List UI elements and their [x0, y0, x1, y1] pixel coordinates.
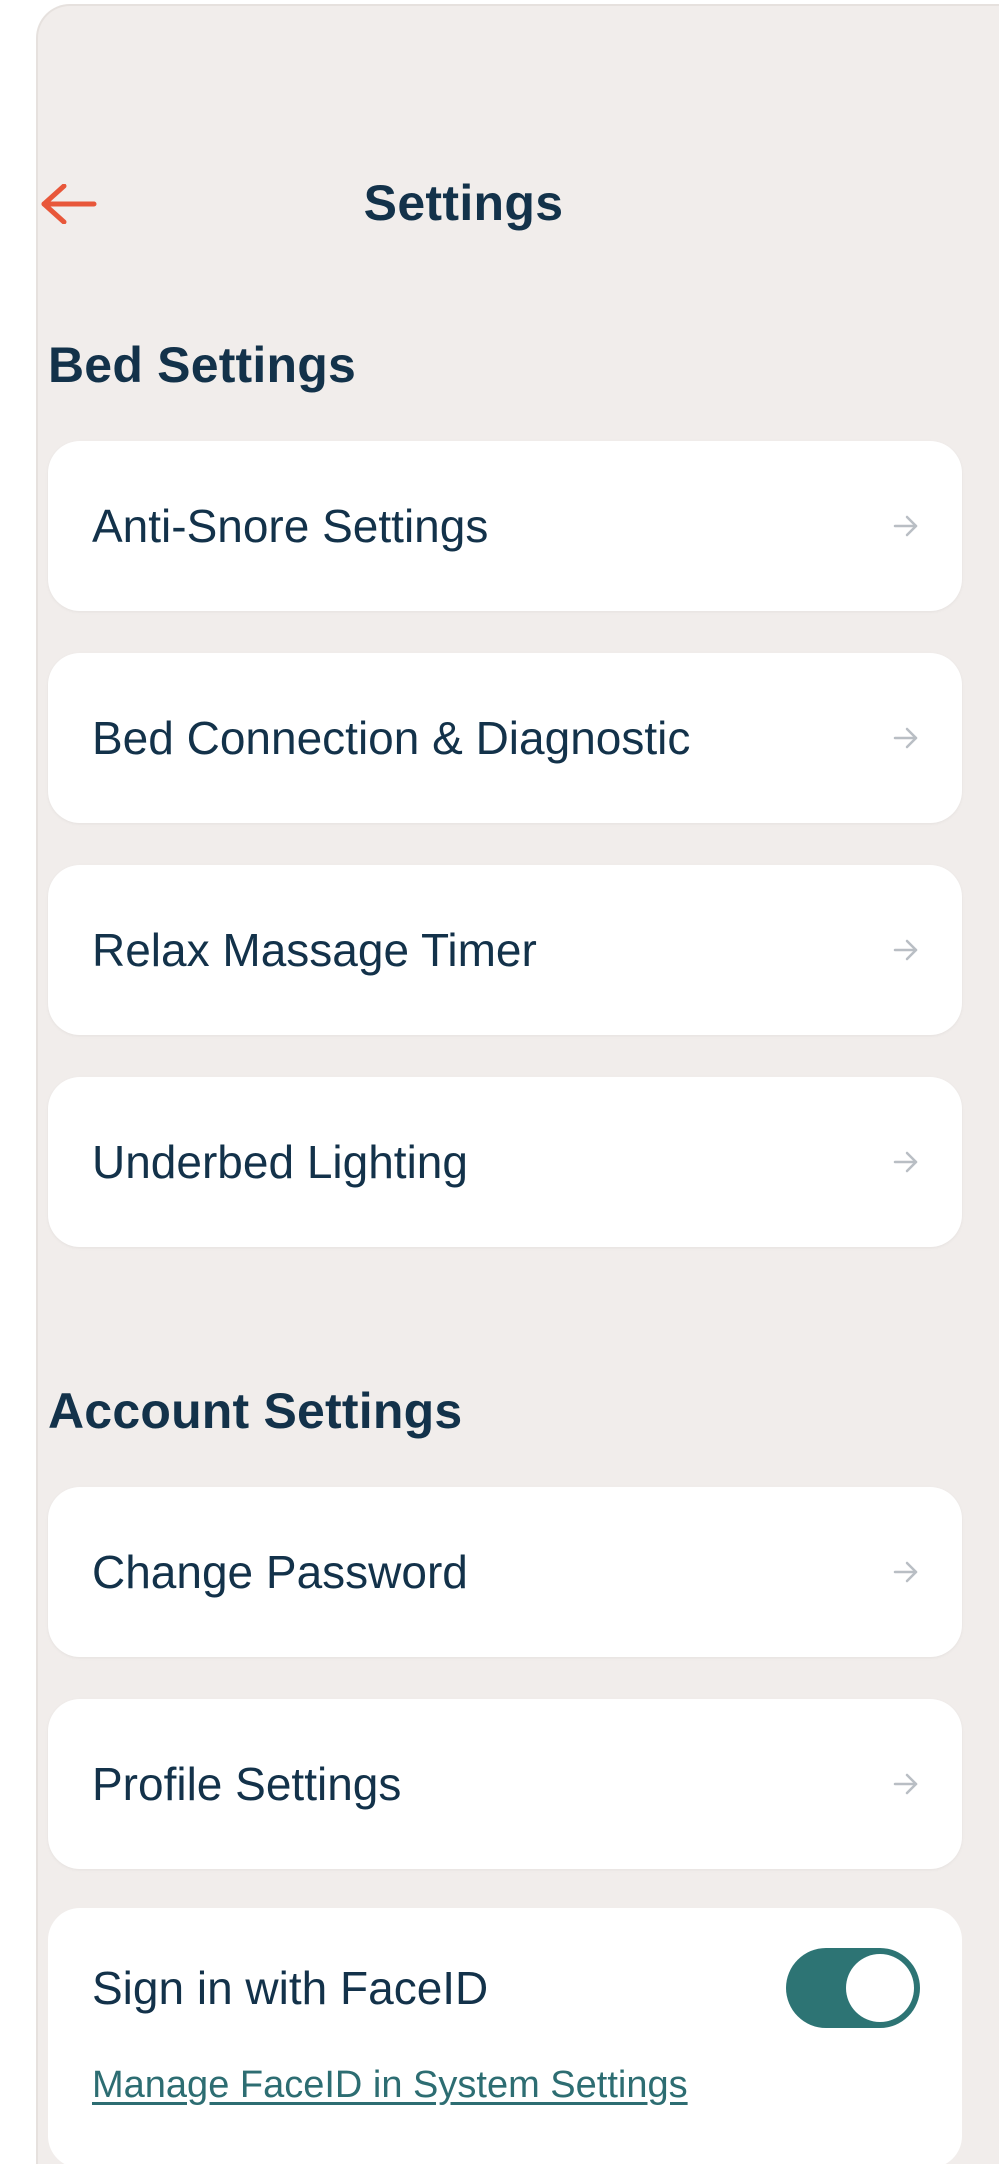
manage-faceid-link[interactable]: Manage FaceID in System Settings [92, 2064, 688, 2107]
arrow-right-icon [893, 1773, 918, 1795]
arrow-right-icon [893, 1561, 918, 1583]
page-title: Settings [363, 175, 564, 231]
arrow-right-icon [893, 515, 918, 537]
faceid-label: Sign in with FaceID [92, 1962, 489, 2014]
arrow-right-icon [893, 727, 918, 749]
bed-connection-diagnostic-label: Bed Connection & Diagnostic [92, 712, 691, 764]
underbed-lighting-label: Underbed Lighting [92, 1136, 468, 1188]
arrow-right-icon [893, 939, 918, 961]
profile-settings-item[interactable]: Profile Settings [48, 1699, 962, 1869]
toggle-knob [846, 1954, 914, 2022]
anti-snore-settings-item[interactable]: Anti-Snore Settings [48, 441, 962, 611]
anti-snore-settings-label: Anti-Snore Settings [92, 500, 489, 552]
section-title-bed-settings: Bed Settings [48, 337, 356, 393]
underbed-lighting-item[interactable]: Underbed Lighting [48, 1077, 962, 1247]
faceid-row: Sign in with FaceID [92, 1946, 920, 2030]
change-password-item[interactable]: Change Password [48, 1487, 962, 1657]
faceid-card: Sign in with FaceID Manage FaceID in Sys… [48, 1908, 962, 2168]
bed-connection-diagnostic-item[interactable]: Bed Connection & Diagnostic [48, 653, 962, 823]
faceid-toggle[interactable] [786, 1948, 920, 2028]
change-password-label: Change Password [92, 1546, 468, 1598]
profile-settings-label: Profile Settings [92, 1758, 402, 1810]
relax-massage-timer-label: Relax Massage Timer [92, 924, 537, 976]
section-title-account-settings: Account Settings [48, 1383, 463, 1439]
arrow-right-icon [893, 1151, 918, 1173]
relax-massage-timer-item[interactable]: Relax Massage Timer [48, 865, 962, 1035]
